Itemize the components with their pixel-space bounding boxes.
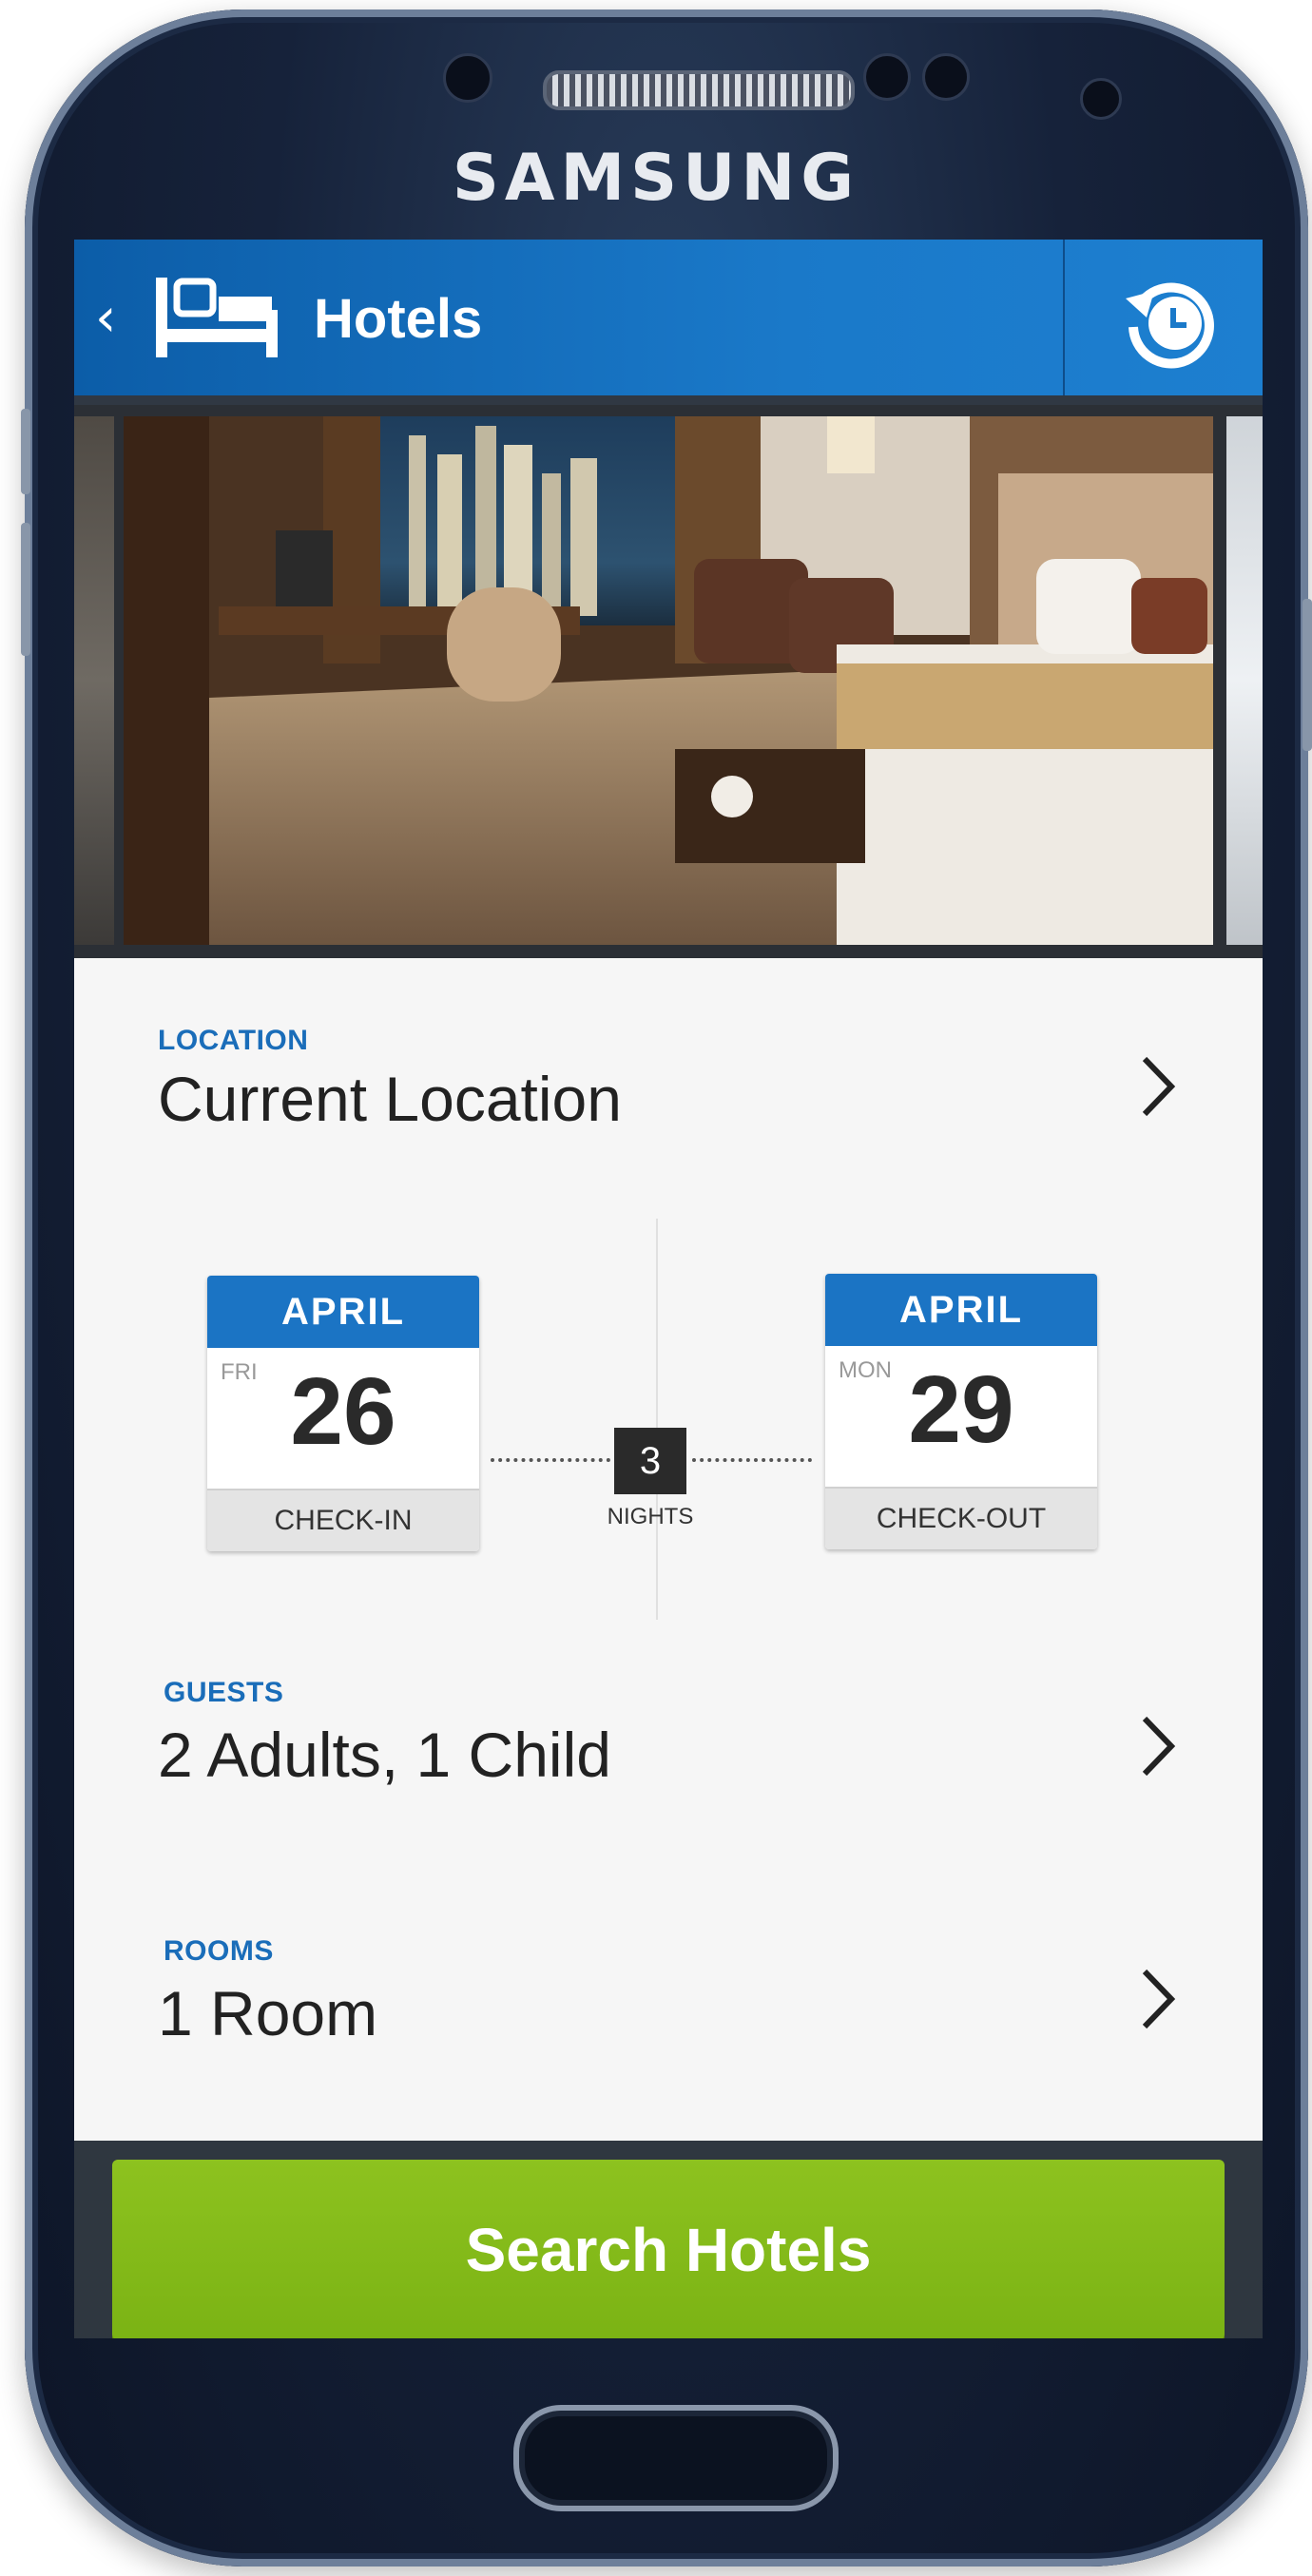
front-sensor-icon (443, 53, 492, 103)
history-icon[interactable] (1120, 272, 1219, 375)
app-bar: ‹ Hotels (74, 240, 1263, 405)
checkin-label: CHECK-IN (207, 1489, 479, 1551)
next-photo[interactable] (1226, 416, 1263, 945)
guests-row[interactable]: GUESTS 2 Adults, 1 Child (74, 1620, 1263, 1878)
device-brand-logo: SAMSUNG (452, 141, 860, 216)
rooms-label: ROOMS (164, 1935, 274, 1967)
appbar-divider (1063, 240, 1065, 395)
checkout-month: APRIL (825, 1274, 1097, 1346)
checkin-month: APRIL (207, 1276, 479, 1348)
location-value: Current Location (158, 1064, 622, 1134)
previous-photo[interactable] (74, 416, 114, 945)
earpiece-speaker (543, 70, 855, 110)
rooms-row[interactable]: ROOMS 1 Room (74, 1876, 1263, 2141)
checkin-date-card[interactable]: APRIL FRI 26 CHECK-IN (207, 1276, 479, 1551)
hotel-photo-carousel[interactable] (74, 405, 1263, 958)
bottom-action-bar: Search Hotels (74, 2141, 1263, 2338)
hotel-room-photo (124, 416, 1213, 945)
nights-count: 3 (614, 1428, 686, 1494)
app-title: Hotels (314, 288, 483, 350)
checkout-day: 29 (908, 1356, 1014, 1463)
search-hotels-button[interactable]: Search Hotels (112, 2160, 1225, 2338)
bed-icon[interactable] (150, 272, 283, 367)
nights-connector-right (692, 1458, 812, 1462)
checkout-date-card[interactable]: APRIL MON 29 CHECK-OUT (825, 1274, 1097, 1549)
app-screen: ‹ Hotels LOCATION Current Location APRIL… (74, 240, 1263, 2338)
volume-up-button (21, 409, 30, 494)
proximity-sensor-icon (863, 53, 911, 101)
location-label: LOCATION (158, 1025, 309, 1056)
chevron-right-icon (1139, 1053, 1177, 1124)
rooms-value: 1 Room (158, 1978, 378, 2048)
guests-label: GUESTS (164, 1677, 284, 1708)
checkin-day: 26 (290, 1358, 396, 1465)
back-chevron-icon[interactable]: ‹ (95, 287, 116, 349)
dates-divider (656, 1219, 658, 1620)
front-camera-icon (1080, 78, 1122, 120)
chevron-right-icon (1139, 1966, 1177, 2036)
nights-label: NIGHTS (607, 1504, 694, 1529)
checkout-label: CHECK-OUT (825, 1487, 1097, 1549)
home-button[interactable] (513, 2405, 839, 2511)
location-row[interactable]: LOCATION Current Location (74, 958, 1263, 1221)
chevron-right-icon (1139, 1713, 1177, 1783)
volume-down-button (21, 523, 30, 656)
power-button (1302, 599, 1312, 751)
nights-connector-left (491, 1458, 610, 1462)
guests-value: 2 Adults, 1 Child (158, 1720, 611, 1790)
light-sensor-icon (922, 53, 970, 101)
